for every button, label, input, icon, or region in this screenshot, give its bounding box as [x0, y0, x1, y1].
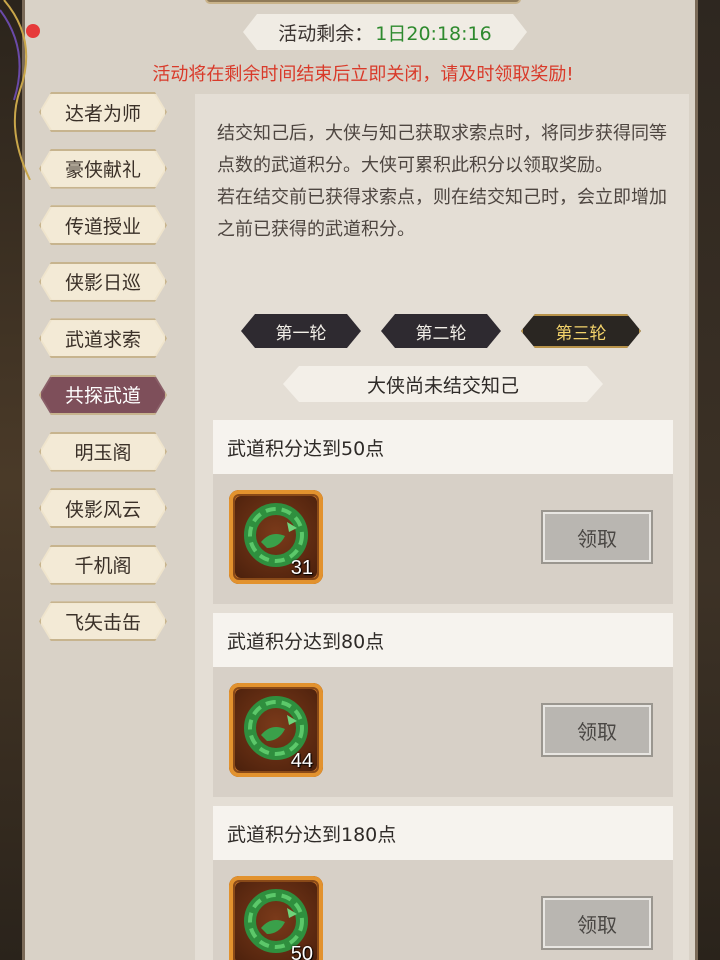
sidebar-item-qianjige[interactable]: 千机阁	[39, 545, 167, 585]
reward-card: 武道积分达到50点 31 领取	[213, 420, 673, 604]
tab-round-3[interactable]: 第三轮	[521, 314, 641, 348]
sidebar-item-label: 侠影风云	[64, 498, 141, 521]
event-notice: 活动将在剩余时间结束后立即关闭，请及时领取奖励!	[152, 64, 574, 85]
reward-item-slot[interactable]: 44	[229, 683, 323, 777]
reward-item-slot[interactable]: 50	[229, 876, 323, 960]
sidebar-item-label: 传道授业	[64, 215, 141, 238]
tab-round-1[interactable]: 第一轮	[241, 314, 361, 348]
sidebar-item-wudaoqiusuo[interactable]: 武道求索	[39, 318, 167, 358]
event-description: 结交知己后，大侠与知己获取求索点时，将同步获得同等点数的武道积分。大侠可累积此积…	[217, 118, 669, 246]
sidebar-item-label: 侠影日巡	[64, 272, 141, 295]
round-tabs: 第一轮 第二轮 第三轮	[241, 314, 643, 348]
sidebar-item-label: 达者为师	[64, 102, 141, 125]
background-right	[698, 0, 720, 960]
sidebar-item-mingyuge[interactable]: 明玉阁	[39, 432, 167, 472]
sidebar-item-chuandaoshouye[interactable]: 传道授业	[39, 205, 167, 245]
status-banner: 大侠尚未结交知己	[283, 366, 603, 402]
sidebar-item-feishijifou[interactable]: 飞矢击缶	[39, 601, 167, 641]
timer-label: 活动剩余：	[278, 22, 374, 45]
sidebar-item-gongtanwudao[interactable]: 共探武道	[39, 375, 167, 415]
description-paragraph: 结交知己后，大侠与知己获取求索点时，将同步获得同等点数的武道积分。大侠可累积此积…	[217, 123, 667, 176]
panel-top-ornament	[205, 0, 521, 4]
claim-button[interactable]: 领取	[541, 703, 653, 757]
reward-title: 武道积分达到80点	[213, 613, 673, 667]
reward-item-slot[interactable]: 31	[229, 490, 323, 584]
reward-title: 武道积分达到50点	[213, 420, 673, 474]
reward-card: 武道积分达到80点 44 领取	[213, 613, 673, 797]
event-content: 结交知己后，大侠与知己获取求索点时，将同步获得同等点数的武道积分。大侠可累积此积…	[195, 94, 689, 960]
reward-count: 31	[290, 557, 313, 579]
claim-button[interactable]: 领取	[541, 896, 653, 950]
reward-title: 武道积分达到180点	[213, 806, 673, 860]
reward-count: 50	[290, 943, 313, 960]
sidebar-item-dazheweishi[interactable]: 达者为师	[39, 92, 167, 132]
timer-value: 1日20:18:16	[375, 22, 492, 45]
event-timer: 活动剩余： 1日20:18:16	[243, 14, 527, 50]
sidebar-item-label: 武道求索	[64, 328, 141, 351]
event-sidebar: 达者为师 豪侠献礼 传道授业 侠影日巡 武道求索 共探武道 明玉阁 侠影风云 千…	[39, 92, 173, 658]
reward-count: 44	[290, 750, 313, 772]
sidebar-item-xiayingfengyun[interactable]: 侠影风云	[39, 488, 167, 528]
sidebar-item-xiayingrixun[interactable]: 侠影日巡	[39, 262, 167, 302]
event-panel: 活动剩余： 1日20:18:16 活动将在剩余时间结束后立即关闭，请及时领取奖励…	[22, 0, 698, 960]
sidebar-item-label: 千机阁	[74, 555, 132, 578]
tab-round-2[interactable]: 第二轮	[381, 314, 501, 348]
sidebar-item-label: 豪侠献礼	[64, 159, 141, 182]
sidebar-item-haoxiaxianli[interactable]: 豪侠献礼	[39, 149, 167, 189]
claim-button[interactable]: 领取	[541, 510, 653, 564]
sidebar-item-label: 明玉阁	[74, 442, 132, 465]
description-paragraph: 若在结交前已获得求索点，则在结交知己时，会立即增加之前已获得的武道积分。	[217, 187, 667, 240]
reward-card: 武道积分达到180点 50 领取	[213, 806, 673, 960]
sidebar-item-label: 飞矢击缶	[64, 611, 141, 634]
notification-dot	[26, 24, 40, 38]
sidebar-item-label: 共探武道	[64, 385, 141, 408]
